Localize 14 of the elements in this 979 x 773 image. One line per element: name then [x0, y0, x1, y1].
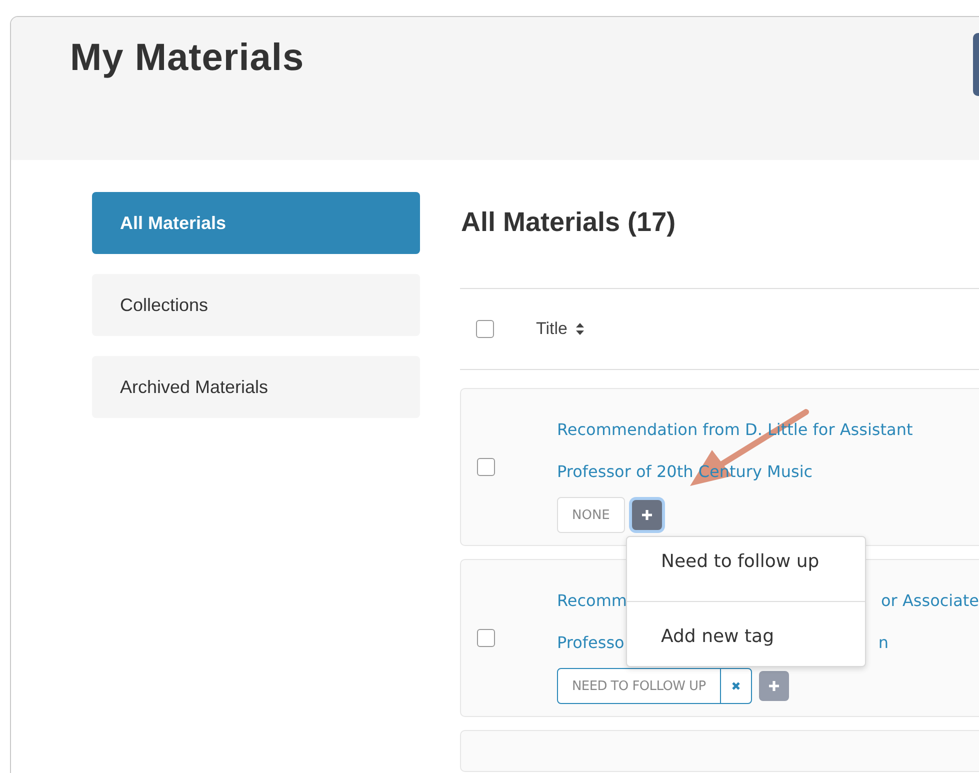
- menu-item[interactable]: Need to follow up: [627, 537, 865, 601]
- menu-item[interactable]: Add new tag: [627, 602, 865, 666]
- tag-label: NEED TO FOLLOW UP: [571, 678, 707, 694]
- section-heading: All Materials (17): [461, 206, 677, 239]
- material-title-link[interactable]: Professo: [557, 622, 624, 664]
- tag-chip: NONE: [557, 497, 625, 533]
- material-title-link[interactable]: Recomm: [557, 580, 627, 622]
- material-title-link[interactable]: or Associate: [881, 580, 979, 622]
- page-title: My Materials: [70, 37, 304, 80]
- material-title-link[interactable]: n: [878, 622, 888, 664]
- sidebar-item[interactable]: Archived Materials: [92, 356, 420, 418]
- column-header[interactable]: Title: [536, 319, 568, 339]
- sidebar-item[interactable]: All Materials: [92, 192, 420, 254]
- sidebar-item[interactable]: Collections: [92, 274, 420, 336]
